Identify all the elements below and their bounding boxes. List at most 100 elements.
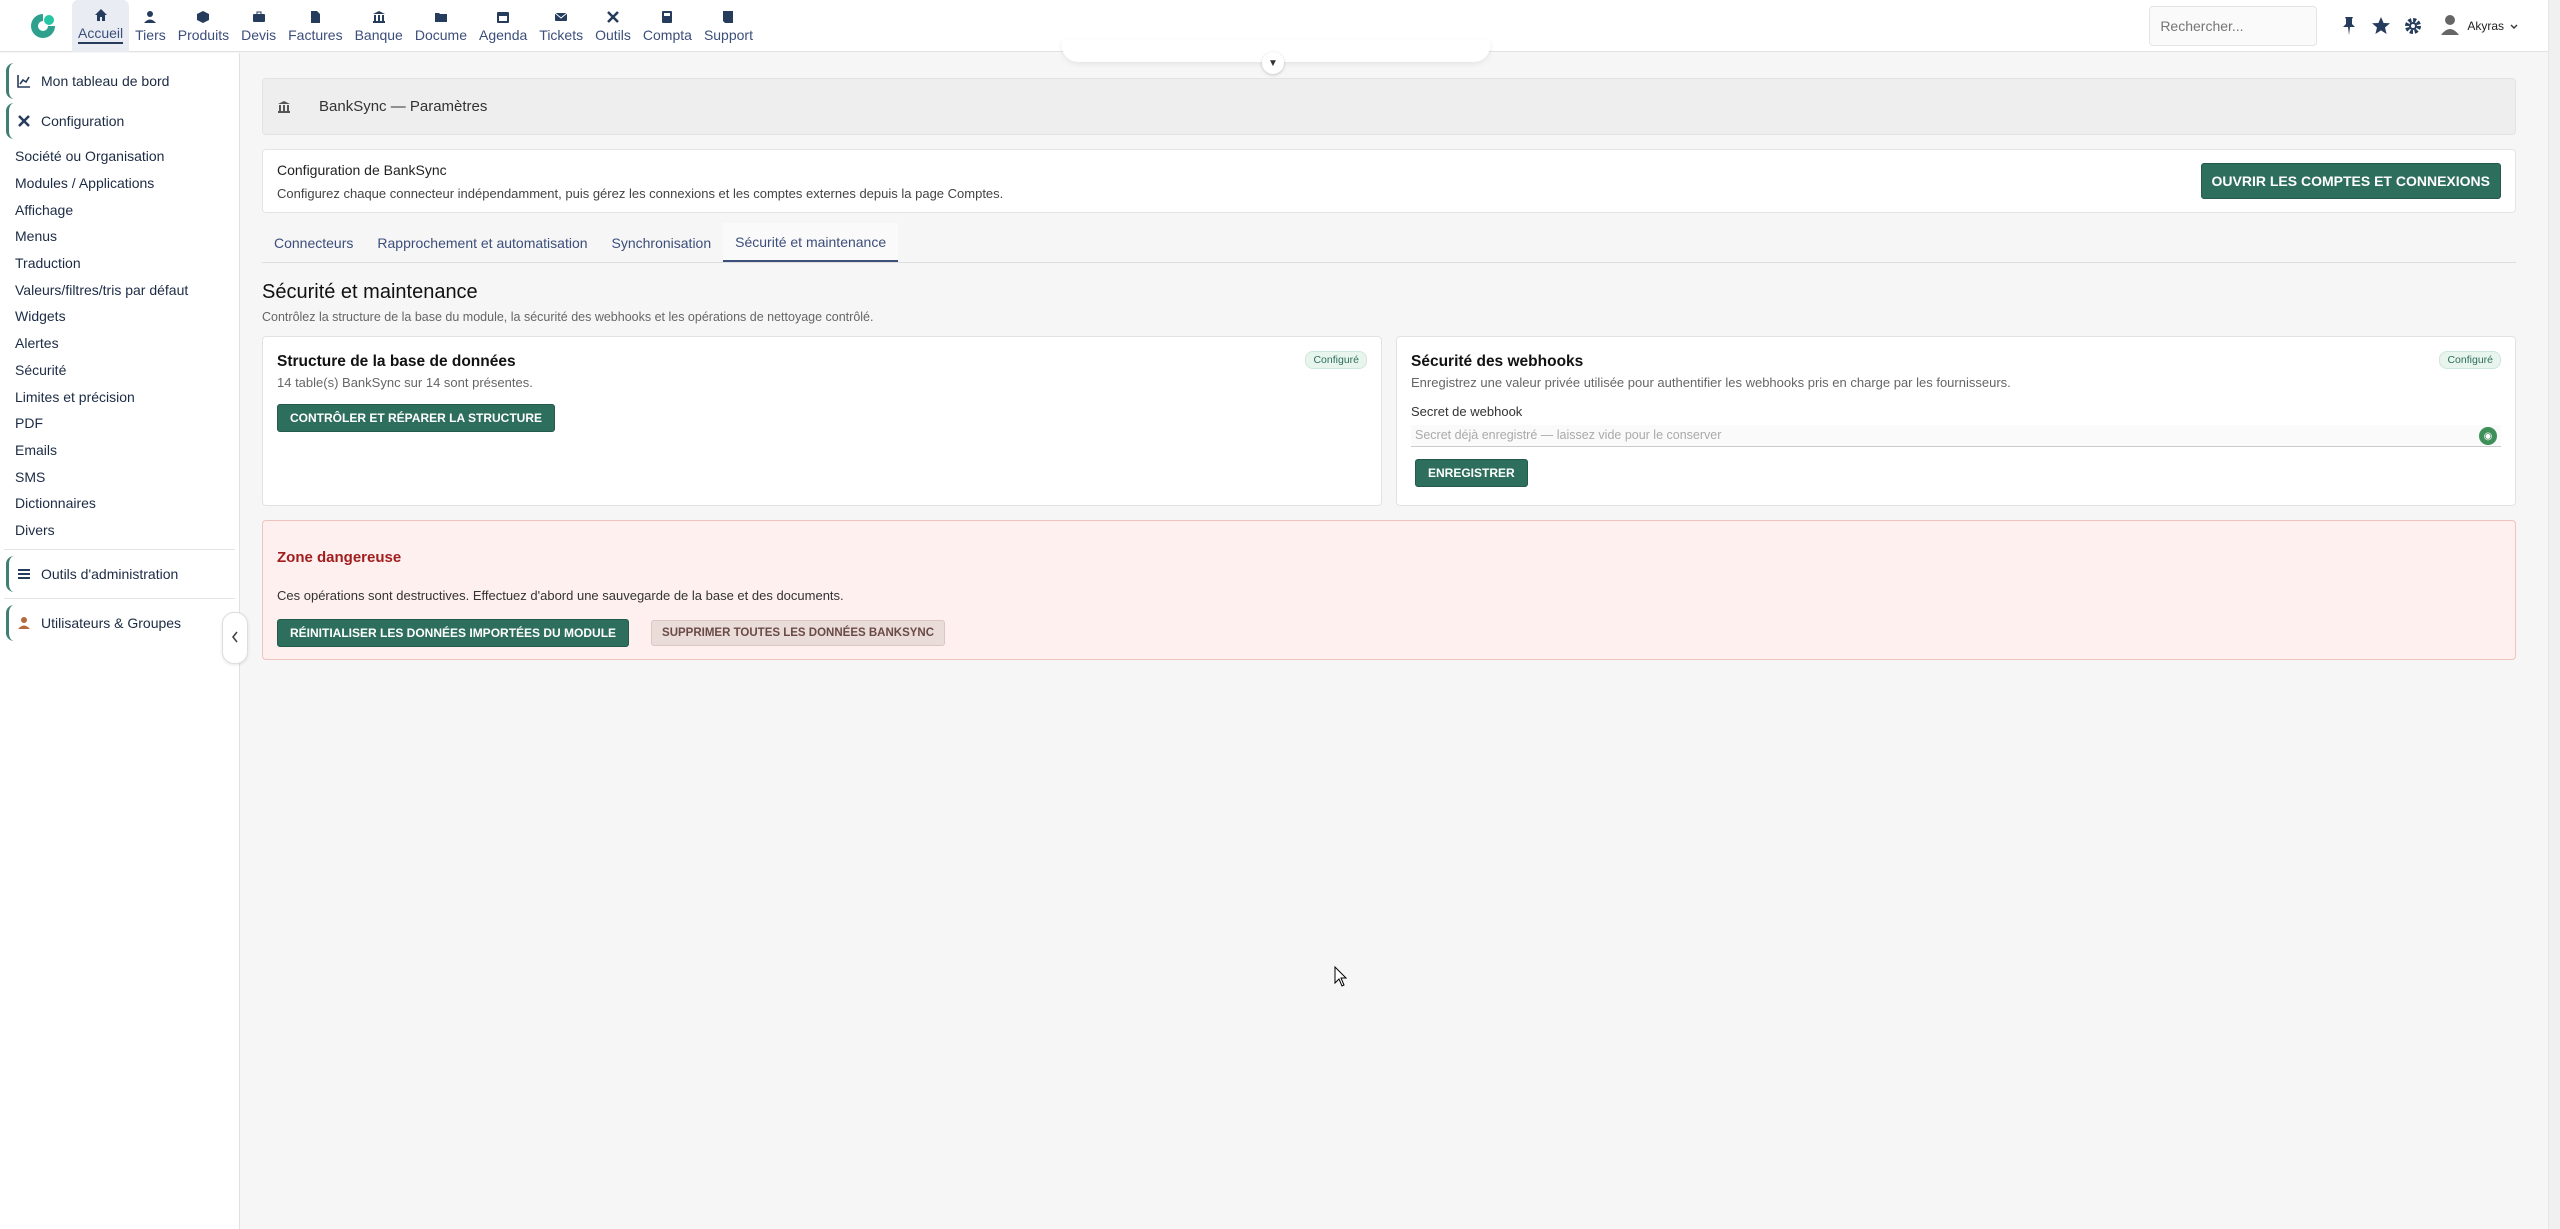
home-icon: [93, 7, 109, 23]
sidebar-item-dashboard[interactable]: Mon tableau de bord: [6, 63, 239, 99]
user-icon: [142, 9, 158, 25]
sidebar-item-users-groups[interactable]: Utilisateurs & Groupes: [6, 605, 239, 642]
menu-produits[interactable]: Produits: [172, 0, 235, 52]
danger-description: Ces opérations sont destructives. Effect…: [277, 588, 844, 603]
search-input[interactable]: [2149, 5, 2318, 46]
star-icon[interactable]: [2365, 10, 2397, 42]
menu-banque[interactable]: Banque: [349, 0, 409, 52]
sidebar-item-societe[interactable]: Société ou Organisation: [0, 143, 239, 170]
config-info-box: Configuration de BankSync Configurez cha…: [262, 149, 2516, 213]
sidebar-item-widgets[interactable]: Widgets: [0, 303, 239, 330]
sidebar-item-divers[interactable]: Divers: [0, 517, 239, 544]
menu-label: Docume: [414, 26, 467, 43]
page-titlebar: BankSync — Paramètres: [262, 78, 2516, 135]
sidebar-item-sms[interactable]: SMS: [0, 463, 239, 490]
book-icon: [720, 9, 736, 25]
tab-connecteurs[interactable]: Connecteurs: [262, 223, 365, 262]
sidebar-label: Mon tableau de bord: [41, 73, 170, 89]
sidebar-label: Configuration: [41, 113, 125, 129]
sidebar-item-affichage[interactable]: Affichage: [0, 196, 239, 223]
menu-label: Factures: [288, 26, 343, 43]
menu-label: Tiers: [135, 26, 166, 43]
tools-icon: [17, 113, 33, 129]
sidebar-item-defaults[interactable]: Valeurs/filtres/tris par défaut: [0, 276, 239, 303]
chart-icon: [17, 73, 33, 89]
avatar: [2439, 13, 2461, 38]
mouse-cursor-icon: [1334, 966, 1348, 987]
menu-documents[interactable]: Docume: [409, 0, 473, 52]
user-icon: [17, 615, 33, 631]
menu-devis[interactable]: Devis: [235, 0, 282, 52]
menu-label: Tickets: [539, 26, 584, 43]
cube-icon: [195, 9, 211, 25]
caret-down-icon: ▼: [1268, 57, 1278, 69]
config-description: Configurez chaque connecteur indépendamm…: [277, 185, 1004, 201]
config-title: Configuration de BankSync: [277, 161, 447, 178]
sidebar-item-admin-tools[interactable]: Outils d'administration: [6, 556, 239, 593]
menu-label: Banque: [354, 26, 403, 43]
menu-outils[interactable]: Outils: [589, 0, 637, 52]
calendar-icon: [495, 9, 511, 25]
menu-label: Produits: [177, 26, 230, 43]
sidebar-item-limites[interactable]: Limites et précision: [0, 383, 239, 410]
menu-label: Agenda: [479, 26, 528, 43]
menu-label: Outils: [595, 26, 631, 43]
sidebar-item-configuration[interactable]: Configuration: [6, 103, 239, 139]
main-content: BankSync — Paramètres Configuration de B…: [262, 78, 2516, 660]
reveal-secret-icon[interactable]: ◉: [2479, 427, 2497, 445]
webhook-secret-field[interactable]: Secret déjà enregistré — laissez vide po…: [1411, 425, 2501, 447]
sidebar-item-securite[interactable]: Sécurité: [0, 357, 239, 384]
repair-structure-button[interactable]: Contrôler et réparer la structure: [277, 404, 555, 432]
pin-icon[interactable]: [2333, 10, 2365, 42]
delete-all-data-button[interactable]: Supprimer toutes les données BankSync: [651, 620, 946, 646]
sidebar-item-traduction[interactable]: Traduction: [0, 250, 239, 277]
drawer-toggle-button[interactable]: ▼: [1262, 52, 1284, 74]
briefcase-icon: [251, 9, 267, 25]
sidebar-divider: [4, 549, 235, 551]
list-icon: [17, 566, 33, 582]
tools-icon: [605, 9, 621, 25]
menu-support[interactable]: Support: [698, 0, 759, 52]
sidebar-collapse-button[interactable]: [222, 612, 248, 664]
db-structure-card: Structure de la base de données 14 table…: [262, 336, 1382, 506]
sidebar-item-dictionnaires[interactable]: Dictionnaires: [0, 490, 239, 517]
sidebar: Mon tableau de bord Configuration Sociét…: [0, 53, 240, 1229]
tab-rapprochement[interactable]: Rapprochement et automatisation: [365, 223, 599, 262]
sidebar-divider: [4, 598, 235, 600]
danger-zone: Zone dangereuse Ces opérations sont dest…: [262, 520, 2516, 660]
main-menu: Accueil Tiers Produits Devis Factures Ba…: [72, 0, 759, 52]
reset-imported-data-button[interactable]: Réinitialiser les données importées du m…: [277, 619, 630, 647]
app-logo[interactable]: [20, 3, 66, 49]
sidebar-item-pdf[interactable]: PDF: [0, 410, 239, 437]
menu-accueil[interactable]: Accueil: [72, 0, 130, 52]
menu-label: Compta: [642, 26, 692, 43]
tab-securite-maintenance[interactable]: Sécurité et maintenance: [723, 223, 899, 262]
bank-icon: [277, 99, 293, 115]
menu-agenda[interactable]: Agenda: [473, 0, 533, 52]
menu-factures[interactable]: Factures: [282, 0, 348, 52]
webhook-security-card: Sécurité des webhooks Enregistrez une va…: [1396, 336, 2516, 506]
folder-icon: [433, 9, 449, 25]
webhook-secret-placeholder: Secret déjà enregistré — laissez vide po…: [1415, 428, 1722, 442]
user-menu[interactable]: Akyras: [2439, 13, 2518, 38]
gear-icon[interactable]: [2397, 10, 2429, 42]
danger-title: Zone dangereuse: [277, 549, 402, 566]
page-scrollbar[interactable]: [2548, 0, 2560, 1229]
menu-tickets[interactable]: Tickets: [533, 0, 589, 52]
sidebar-item-alertes[interactable]: Alertes: [0, 330, 239, 357]
card-title: Structure de la base de données: [277, 353, 516, 370]
sidebar-item-menus[interactable]: Menus: [0, 223, 239, 250]
menu-label: Support: [703, 26, 753, 43]
menu-tiers[interactable]: Tiers: [129, 0, 172, 52]
open-accounts-button[interactable]: Ouvrir les comptes et connexions: [2200, 163, 2501, 199]
save-webhook-button[interactable]: Enregistrer: [1415, 459, 1528, 487]
webhook-secret-label: Secret de webhook: [1411, 404, 1523, 419]
sidebar-item-modules[interactable]: Modules / Applications: [0, 170, 239, 197]
status-badge: Configuré: [1305, 351, 1367, 369]
section-description: Contrôlez la structure de la base du mod…: [262, 310, 874, 324]
tab-synchronisation[interactable]: Synchronisation: [600, 223, 724, 262]
chevron-down-icon: [2510, 19, 2518, 33]
sidebar-item-emails[interactable]: Emails: [0, 437, 239, 464]
menu-compta[interactable]: Compta: [637, 0, 698, 52]
invoice-icon: [307, 9, 323, 25]
